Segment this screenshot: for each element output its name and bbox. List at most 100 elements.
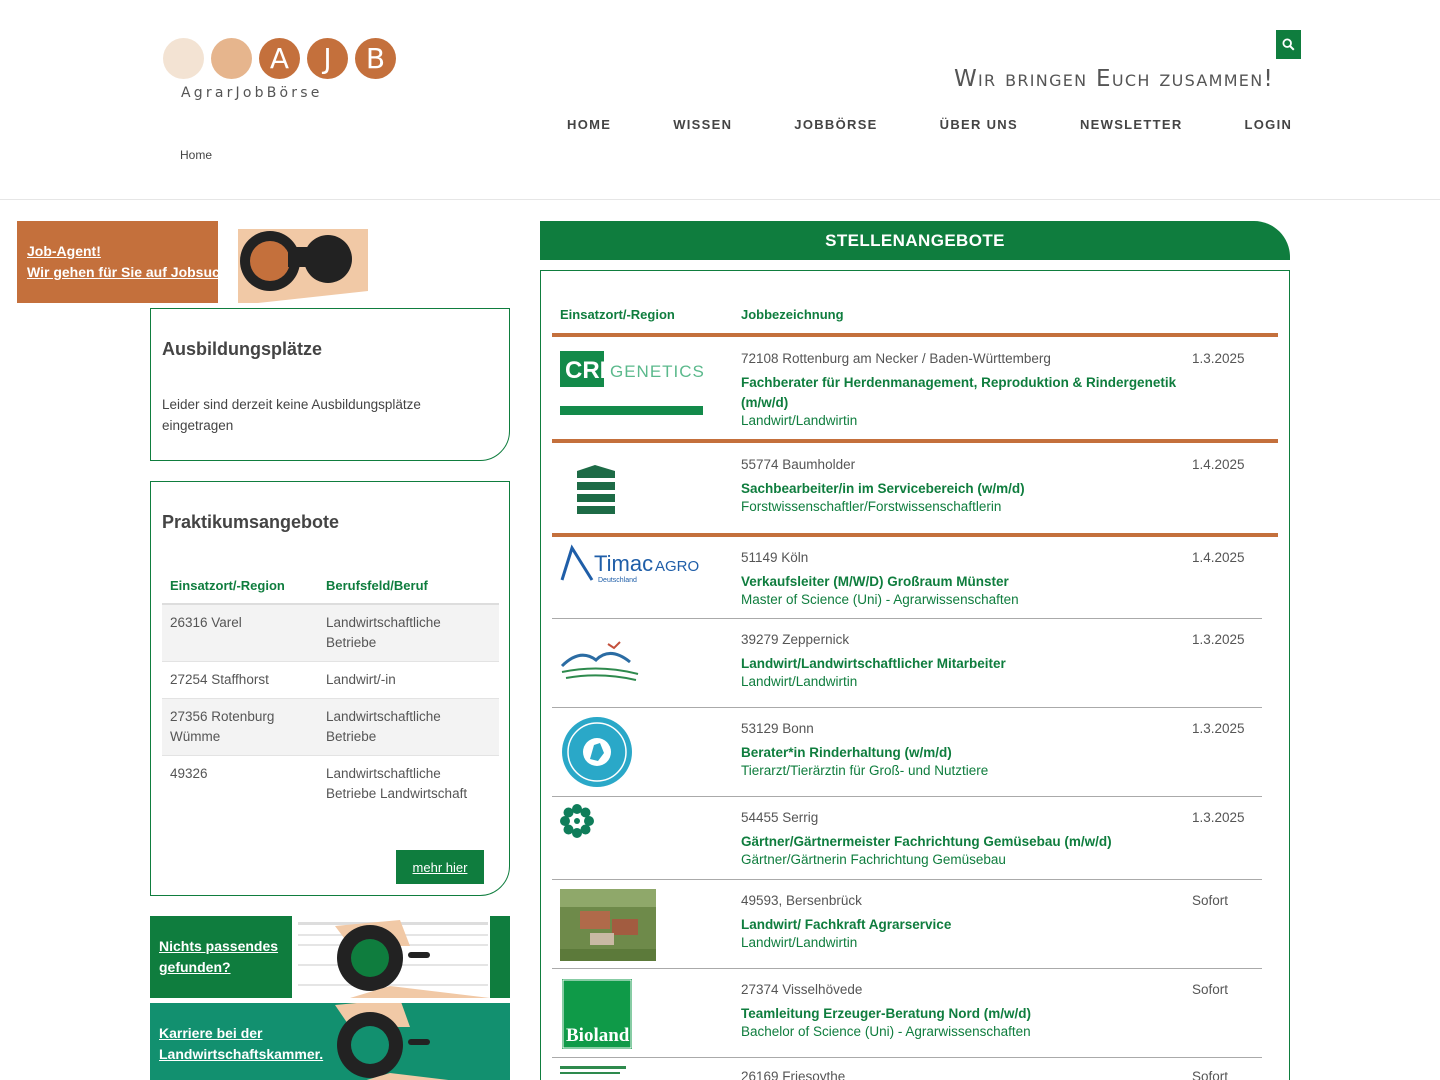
job-beruf: Landwirt/Landwirtin — [741, 674, 858, 689]
erzeugerring-logo — [560, 1066, 626, 1074]
logo-circle-mid — [211, 38, 252, 79]
nav-login[interactable]: LOGIN — [1214, 117, 1293, 132]
timac-logo-country: Deutschland — [598, 577, 637, 584]
job-beruf: Forstwissenschaftler/Forstwissenschaftle… — [741, 499, 1002, 514]
table-row[interactable]: 49326 Landwirtschaftliche Betriebe Landw… — [162, 756, 499, 813]
praktikum-ort: 27356 Rotenburg Wümme — [162, 698, 318, 756]
job-date: 1.3.2025 — [1192, 351, 1245, 366]
table-row[interactable]: 27356 Rotenburg Wümme Landwirtschaftlich… — [162, 698, 499, 756]
praktikum-ort: 27254 Staffhorst — [162, 661, 318, 699]
bioland-logo-text: Bioland — [566, 1025, 630, 1046]
nav-ueber-uns[interactable]: ÜBER UNS — [909, 117, 1049, 132]
stellen-col-ort[interactable]: Einsatzort/-Region — [560, 307, 675, 322]
job-beruf: Bachelor of Science (Uni) - Agrarwissens… — [741, 1024, 1031, 1039]
row-divider — [552, 879, 1262, 880]
logo-circle-light — [163, 38, 204, 79]
job-logo-farm-photo — [560, 889, 656, 966]
nav-home[interactable]: HOME — [536, 117, 642, 132]
flower-icon — [560, 804, 594, 838]
nav-jobboerse[interactable]: JOBBÖRSE — [763, 117, 908, 132]
praktikum-col-ort[interactable]: Einsatzort/-Region — [162, 572, 318, 605]
job-beruf: Landwirt/Landwirtin — [741, 935, 858, 950]
job-title[interactable]: Verkaufsleiter (M/W/D) Großraum Münster — [741, 572, 1181, 592]
job-title[interactable]: Sachbearbeiter/in im Servicebereich (w/m… — [741, 479, 1181, 499]
job-location: 49593, Bersenbrück — [741, 893, 862, 908]
job-date: 1.3.2025 — [1192, 721, 1245, 736]
job-location: 54455 Serrig — [741, 810, 819, 825]
job-agent-line1: Job-Agent! — [27, 243, 101, 259]
binoculars-icon — [218, 221, 378, 303]
job-date: Sofort — [1192, 893, 1229, 908]
timac-logo-agro: AGRO — [655, 558, 699, 575]
job-title[interactable]: Berater*in Rinderhaltung (w/m/d) — [741, 743, 1181, 763]
job-title[interactable]: Gärtner/Gärtnermeister Fachrichtung Gemü… — [741, 832, 1181, 852]
nichts-passendes-banner[interactable]: Nichts passendes gefunden? — [150, 916, 510, 998]
tierschutzbund-logo — [562, 717, 632, 787]
row-divider — [552, 1057, 1262, 1058]
job-location: 72108 Rottenburg am Necker / Baden-Württ… — [741, 351, 1051, 366]
timac-logo-word: Timac — [594, 551, 653, 576]
job-location: 27374 Visselhövede — [741, 982, 863, 997]
ausbildung-text: Leider sind derzeit keine Ausbildungsplä… — [162, 397, 421, 433]
search-button[interactable] — [1276, 30, 1301, 59]
stellen-col-job[interactable]: Jobbezeichnung — [741, 307, 844, 322]
job-agent-line2: Wir gehen für Sie auf Jobsuche. — [27, 264, 241, 280]
job-title[interactable]: Landwirt/ Fachkraft Agrarservice — [741, 915, 1181, 935]
praktikum-ort: 26316 Varel — [162, 604, 318, 662]
cri-logo-text: CRI — [565, 357, 606, 384]
job-location: 51149 Köln — [741, 550, 809, 565]
praktikum-beruf: Landwirt/-in — [318, 661, 499, 699]
praktikum-ort: 49326 — [170, 766, 208, 781]
logo-letter-b: B — [355, 38, 396, 79]
job-logo-bioland: Bioland — [562, 979, 632, 1054]
nav-wissen[interactable]: WISSEN — [642, 117, 763, 132]
job-location: 39279 Zeppernick — [741, 632, 850, 647]
breadcrumb-home[interactable]: Home — [180, 148, 212, 162]
mehr-hier-button[interactable]: mehr hier — [396, 850, 484, 884]
praktikum-box: Praktikumsangebote Einsatzort/-Region Be… — [150, 481, 510, 896]
magnifier-icon — [292, 916, 490, 998]
logo-circles: A J B — [163, 38, 413, 79]
row-divider — [552, 533, 1278, 537]
cri-genetics-logo: CRI GENETICS — [560, 351, 704, 415]
job-location: 53129 Bonn — [741, 721, 814, 736]
job-date: 1.4.2025 — [1192, 457, 1245, 472]
job-logo-tierschutz — [560, 715, 634, 794]
job-agent-banner[interactable]: Job-Agent! Wir gehen für Sie auf Jobsuch… — [17, 221, 378, 303]
table-row[interactable]: 27254 Staffhorst Landwirt/-in — [162, 661, 499, 699]
job-agent-banner-text: Job-Agent! Wir gehen für Sie auf Jobsuch… — [27, 241, 240, 283]
row-divider — [552, 796, 1262, 797]
job-date: Sofort — [1192, 982, 1229, 997]
nichts-line1: Nichts passendes — [159, 938, 279, 954]
job-title[interactable]: Fachberater für Herdenmanagement, Reprod… — [741, 373, 1181, 413]
table-row[interactable]: 26316 Varel Landwirtschaftliche Betriebe — [162, 604, 499, 662]
site-logo[interactable]: A J B AgrarJobBörse — [163, 38, 413, 110]
job-logo-landscape — [560, 638, 640, 687]
job-logo-erzeugerring — [560, 1064, 630, 1080]
stellenangebote-list: Einsatzort/-Region Jobbezeichnung CRI GE… — [540, 270, 1290, 1080]
logo-wordmark: AgrarJobBörse — [181, 85, 323, 101]
job-title[interactable]: Landwirt/Landwirtschaftlicher Mitarbeite… — [741, 654, 1181, 674]
job-logo-stack — [575, 461, 619, 522]
job-location: 26169 Friesoythe — [741, 1069, 846, 1080]
job-title[interactable]: Teamleitung Erzeuger-Beratung Nord (m/w/… — [741, 1004, 1181, 1024]
nichts-line2: gefunden? — [159, 959, 231, 975]
praktikum-col-beruf[interactable]: Berufsfeld/Beruf — [318, 572, 499, 605]
bioland-logo: Bioland — [562, 979, 632, 1049]
row-divider — [552, 968, 1262, 969]
praktikum-beruf: Landwirtschaftliche Betriebe Landwirtsch… — [326, 766, 468, 801]
search-icon — [1282, 38, 1295, 51]
job-date: 1.4.2025 — [1192, 550, 1245, 565]
job-beruf: Master of Science (Uni) - Agrarwissensch… — [741, 592, 1019, 607]
ausbildung-box: Ausbildungsplätze Leider sind derzeit ke… — [150, 308, 510, 461]
logo-letter-a: A — [259, 38, 300, 79]
job-logo-timac: Timac AGRO Deutschland — [560, 544, 700, 591]
nav-newsletter[interactable]: NEWSLETTER — [1049, 117, 1214, 132]
row-divider — [552, 707, 1262, 708]
praktikum-table: Einsatzort/-Region Berufsfeld/Beruf 2631… — [162, 572, 499, 812]
site-header: A J B AgrarJobBörse Home Wir bringen Euc… — [0, 0, 1440, 200]
praktikum-header-row: Einsatzort/-Region Berufsfeld/Beruf — [162, 572, 499, 605]
job-date: Sofort — [1192, 1069, 1229, 1080]
karriere-banner[interactable]: Karriere bei der Landwirtschaftskammer. — [150, 1003, 510, 1080]
landscape-logo — [560, 641, 639, 681]
